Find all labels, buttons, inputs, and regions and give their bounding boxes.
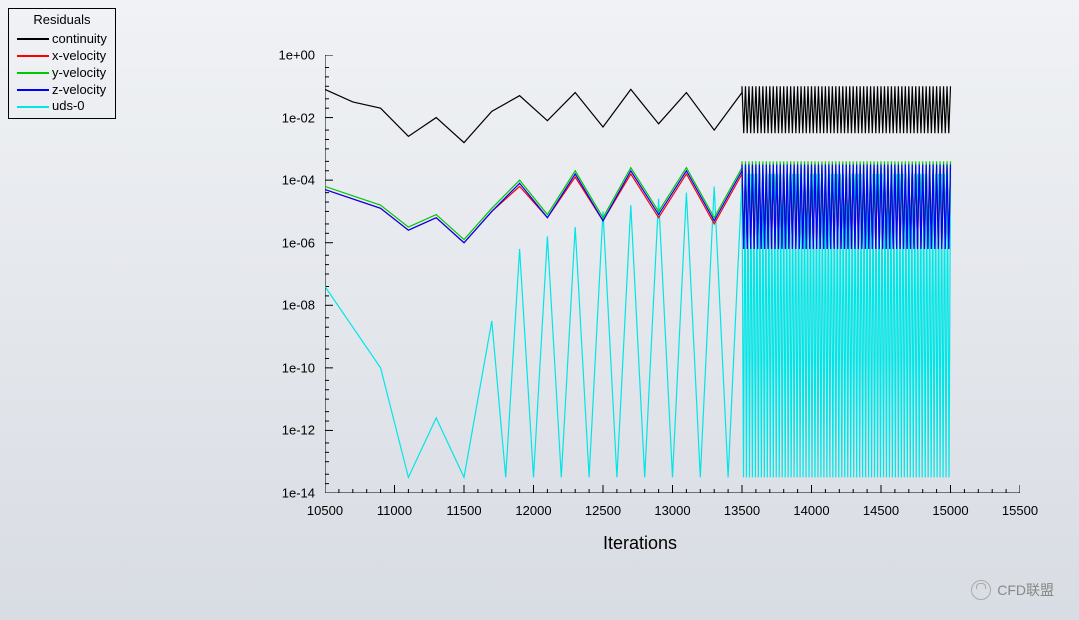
x-tick-label: 13500 [724,503,760,518]
plot-svg [325,55,1020,493]
x-tick-label: 12500 [585,503,621,518]
y-tick-label: 1e-14 [282,486,315,501]
wechat-icon [971,580,991,600]
legend-swatch [17,72,49,74]
legend-item: uds-0 [17,98,107,115]
y-tick-label: 1e-12 [282,423,315,438]
legend-swatch [17,38,49,40]
legend-swatch [17,55,49,57]
legend-label: uds-0 [52,98,85,115]
legend-box: Residuals continuityx-velocityy-velocity… [8,8,116,119]
y-tick-label: 1e-02 [282,110,315,125]
legend-item: y-velocity [17,65,107,82]
residuals-chart: 1e+001e-021e-041e-061e-081e-101e-121e-14… [260,55,1020,555]
x-tick-label: 14000 [793,503,829,518]
legend-label: x-velocity [52,48,106,65]
x-tick-label: 14500 [863,503,899,518]
legend-item: z-velocity [17,82,107,99]
x-tick-label: 10500 [307,503,343,518]
x-tick-label: 15500 [1002,503,1038,518]
x-tick-label: 15000 [932,503,968,518]
watermark: CFD联盟 [971,580,1054,600]
x-axis-title: Iterations [603,533,677,554]
y-tick-label: 1e+00 [278,48,315,63]
y-tick-label: 1e-06 [282,235,315,250]
legend-item: x-velocity [17,48,107,65]
y-tick-label: 1e-04 [282,173,315,188]
x-tick-label: 12000 [515,503,551,518]
legend-label: y-velocity [52,65,106,82]
legend-swatch [17,106,49,108]
x-tick-label: 11000 [377,503,412,518]
y-tick-label: 1e-10 [282,360,315,375]
y-tick-label: 1e-08 [282,298,315,313]
x-tick-label: 11500 [446,503,481,518]
legend-swatch [17,89,49,91]
legend-title: Residuals [17,12,107,29]
legend-label: continuity [52,31,107,48]
y-axis: 1e+001e-021e-041e-061e-081e-101e-121e-14 [260,55,320,493]
x-axis: 1050011000115001200012500130001350014000… [325,503,1020,523]
legend-label: z-velocity [52,82,106,99]
legend-item: continuity [17,31,107,48]
x-tick-label: 13000 [654,503,690,518]
plot-region [325,55,1020,493]
watermark-text: CFD联盟 [997,580,1054,600]
